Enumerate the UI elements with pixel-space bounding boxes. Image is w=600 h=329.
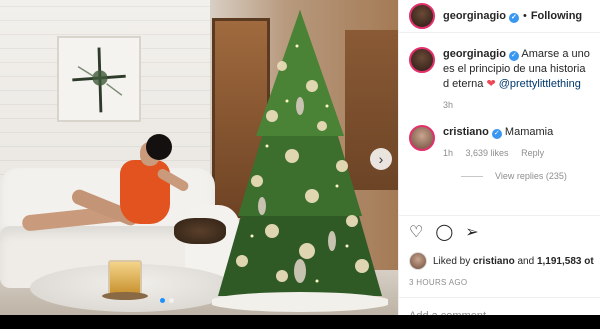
instagram-post-viewer: › georginagio ✓ • Following georginagio ✓ … xyxy=(0,0,600,329)
comment-time: 1h xyxy=(443,148,454,158)
carousel-indicator xyxy=(160,298,174,303)
reply-button[interactable]: Reply xyxy=(521,148,544,158)
chevron-right-icon: › xyxy=(378,151,384,167)
caption-username[interactable]: georginagio xyxy=(443,48,506,60)
post-actions: ♡ ◯ ➢ Liked by cristiano and 1,191,583 o… xyxy=(399,215,600,287)
avatar[interactable] xyxy=(409,125,435,151)
post-timestamp[interactable]: 3 HOURS AGO xyxy=(409,278,591,287)
likes-count[interactable]: 1,191,583 ot xyxy=(537,256,594,267)
separator: • xyxy=(522,10,527,22)
liked-by-user[interactable]: cristiano xyxy=(473,256,515,267)
action-icons: ♡ ◯ ➢ xyxy=(409,224,591,242)
avatar[interactable] xyxy=(409,47,435,73)
verified-badge-icon: ✓ xyxy=(508,12,519,23)
carousel-dot xyxy=(169,298,174,303)
post-photo[interactable]: › xyxy=(0,0,398,315)
heart-emoji: ❤ xyxy=(486,78,496,90)
verified-badge-icon: ✓ xyxy=(508,51,519,61)
comment-input[interactable] xyxy=(409,310,591,315)
add-comment-bar xyxy=(399,297,600,315)
christmas-tree xyxy=(208,6,392,312)
liked-by: Liked by cristiano and 1,191,583 ot xyxy=(409,252,594,270)
following-button[interactable]: Following xyxy=(531,10,582,22)
comment-username[interactable]: cristiano xyxy=(443,126,489,138)
avatar[interactable] xyxy=(409,252,427,270)
comments-list: georginagio ✓ Amarse a uno es el principi… xyxy=(399,33,600,181)
caption-body: georginagio ✓ Amarse a uno es el principi… xyxy=(443,47,590,113)
view-replies-label: View replies (235) xyxy=(495,171,567,181)
post-side-panel: georginagio ✓ • Following georginagio ✓ Am… xyxy=(398,0,600,315)
comment-bubble-icon[interactable]: ◯ xyxy=(435,224,453,242)
heart-outline-icon[interactable]: ♡ xyxy=(409,224,423,242)
post-header: georginagio ✓ • Following xyxy=(399,0,600,33)
mention-link[interactable]: @prettylittlething xyxy=(499,78,581,90)
liked-by-conj: and xyxy=(517,255,535,267)
verified-badge-icon: ✓ xyxy=(491,129,502,139)
avatar[interactable] xyxy=(409,3,435,29)
comment-body: cristiano ✓ Mamamia 1h 3,639 likes Reply xyxy=(443,125,554,161)
caption: georginagio ✓ Amarse a uno es el principi… xyxy=(409,47,590,113)
candle xyxy=(108,260,142,296)
caption-time: 3h xyxy=(443,100,454,110)
comment: cristiano ✓ Mamamia 1h 3,639 likes Reply xyxy=(409,125,590,161)
wall-painting xyxy=(57,36,141,122)
woman-hair xyxy=(146,134,172,160)
header-username[interactable]: georginagio ✓ xyxy=(443,10,519,23)
comment-meta: 1h 3,639 likes Reply xyxy=(443,146,554,161)
comment-likes[interactable]: 3,639 likes xyxy=(466,148,509,158)
candle-tray xyxy=(102,292,148,300)
paper-plane-icon[interactable]: ➢ xyxy=(465,224,478,242)
view-replies-button[interactable]: View replies (235) xyxy=(461,171,590,181)
divider xyxy=(461,175,483,177)
liked-by-prefix: Liked by xyxy=(433,255,471,267)
carousel-dot xyxy=(160,298,165,303)
caption-meta: 3h xyxy=(443,98,590,113)
carousel-next-button[interactable]: › xyxy=(370,148,392,170)
comment-text: Mamamia xyxy=(504,126,554,138)
